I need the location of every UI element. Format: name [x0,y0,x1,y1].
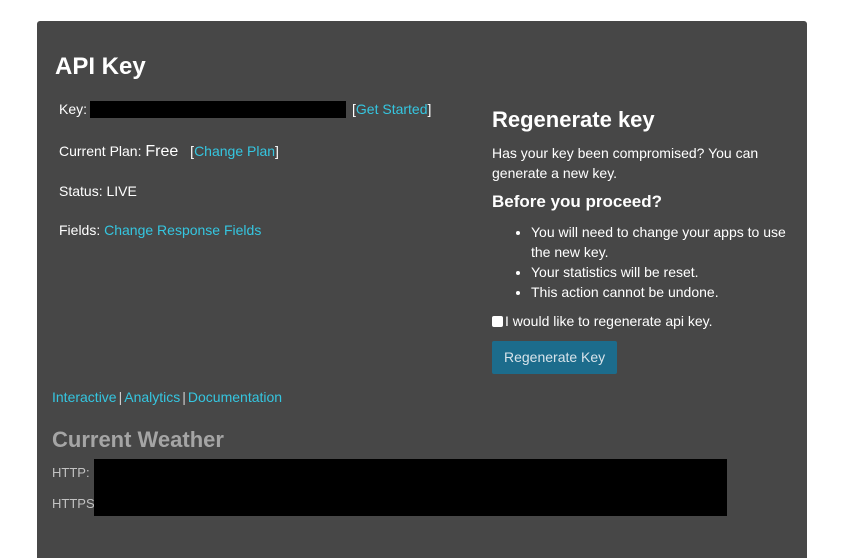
link-separator: | [118,389,123,405]
confirm-label: I would like to regenerate api key. [505,313,713,329]
http-label: HTTP: [52,465,90,480]
analytics-link[interactable]: Analytics [124,389,180,405]
api-key-redacted-value [90,100,347,118]
status-label: Status: [59,183,103,199]
fields-label: Fields: [59,222,101,238]
confirm-row: I would like to regenerate api key. [492,312,792,330]
interactive-link[interactable]: Interactive [52,389,117,405]
regenerate-description: Has your key been compromised? You can g… [492,145,759,181]
endpoint-urls-redacted [94,459,727,516]
key-row: Key: [Get Started] [59,100,432,118]
warning-list: You will need to change your apps to use… [492,222,792,302]
confirm-checkbox[interactable] [492,315,503,327]
plan-label: Current Plan: [59,143,142,159]
key-label: Key: [59,101,88,117]
change-response-fields-link[interactable]: Change Response Fields [104,222,261,238]
documentation-link[interactable]: Documentation [188,389,282,405]
footer-links: Interactive | Analytics | Documentation [52,388,282,406]
regenerate-title: Regenerate key [492,107,655,132]
regenerate-key-section: Regenerate key Has your key been comprom… [492,105,792,374]
link-separator: | [182,389,186,405]
get-started-link[interactable]: Get Started [356,101,428,117]
page-title: API Key [55,53,146,80]
plan-row: Current Plan: Free [Change Plan] [59,143,279,160]
proceed-title: Before you proceed? [492,192,663,211]
https-label: HTTPS [52,496,95,511]
warning-item: Your statistics will be reset. [531,262,792,282]
warning-item: You will need to change your apps to use… [531,222,792,262]
regenerate-key-button[interactable]: Regenerate Key [492,341,618,374]
plan-value: Free [145,143,179,160]
current-weather-title: Current Weather [52,427,224,452]
status-row: Status: LIVE [59,182,137,200]
fields-row: Fields: Change Response Fields [59,221,261,239]
status-value: LIVE [106,183,137,199]
api-key-panel: API Key Key: [Get Started] Current Plan: … [37,21,807,558]
change-plan-link[interactable]: Change Plan [194,143,275,159]
warning-item: This action cannot be undone. [531,282,792,302]
